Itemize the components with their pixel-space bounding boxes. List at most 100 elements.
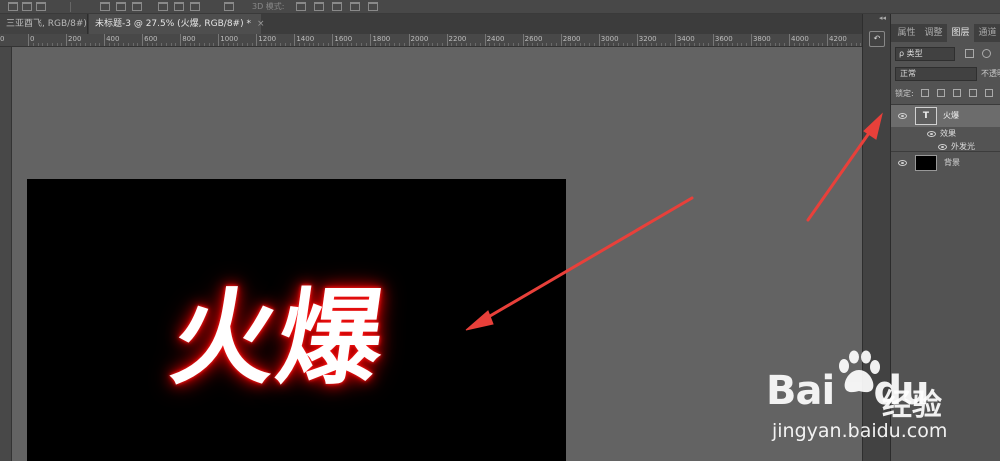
text-layer-thumbnail: T	[915, 107, 937, 125]
ruler-minor-tick	[541, 43, 543, 46]
ruler-minor-tick	[570, 43, 572, 46]
ruler-minor-tick	[70, 43, 72, 46]
ruler-minor-tick	[42, 43, 44, 46]
ruler-minor-tick	[608, 43, 610, 46]
ruler-minor-tick	[727, 43, 729, 46]
ruler-label: 1200	[258, 35, 277, 43]
ruler-label: 1800	[372, 35, 391, 43]
canvas-workspace[interactable]: 火爆	[12, 47, 862, 461]
3d-slide-icon[interactable]	[350, 2, 360, 11]
ruler-minor-tick	[603, 43, 605, 46]
history-panel-icon[interactable]: ↶	[869, 31, 885, 47]
ruler-minor-tick	[855, 43, 857, 46]
layer-effects[interactable]: 效果	[891, 127, 1000, 140]
lock-transparent-icon[interactable]	[921, 89, 929, 97]
ruler-minor-tick	[360, 43, 362, 46]
ruler-minor-tick	[479, 43, 481, 46]
ruler-label: 3200	[638, 35, 657, 43]
ruler-minor-tick	[318, 43, 320, 46]
ruler-minor-tick	[731, 43, 733, 46]
layer-background[interactable]: 背景	[891, 151, 1000, 173]
auto-align-icon[interactable]	[224, 2, 234, 11]
lock-position-icon[interactable]	[953, 89, 961, 97]
ruler-minor-tick	[356, 43, 358, 46]
align-top-icon[interactable]	[8, 2, 18, 11]
visibility-eye-icon[interactable]	[927, 131, 936, 137]
tab-channels[interactable]: 通道	[974, 24, 1000, 42]
ruler-minor-tick	[517, 43, 519, 46]
ruler-minor-tick	[660, 43, 662, 46]
align-vcenter-icon[interactable]	[22, 2, 32, 11]
ruler-minor-tick	[189, 43, 191, 46]
ruler-minor-tick	[622, 43, 624, 46]
horizontal-ruler: 0 0 200 400 600 800 1000 1200 1400 1600 1800 2000 22…	[0, 34, 862, 47]
ruler-minor-tick	[703, 43, 705, 46]
layer-filter-select[interactable]: ρ 类型	[895, 47, 955, 61]
tab-document-1[interactable]: 三亚酉飞, RGB/8#) *	[0, 14, 94, 34]
ruler-minor-tick	[223, 43, 224, 46]
ruler-minor-tick	[717, 43, 719, 46]
ruler-minor-tick	[579, 43, 581, 46]
lock-artboard-icon[interactable]	[969, 89, 977, 97]
ruler-minor-tick	[265, 43, 267, 46]
ruler-minor-tick	[146, 43, 148, 46]
ruler-minor-tick	[242, 43, 244, 46]
watermark-url: jingyan.baidu.com	[772, 420, 948, 442]
ruler-minor-tick	[460, 43, 462, 46]
filter-image-icon[interactable]	[965, 49, 974, 58]
ruler-minor-tick	[679, 43, 681, 46]
tab-document-active[interactable]: 未标题-3 @ 27.5% (火爆, RGB/8#) * ×	[89, 14, 265, 34]
ruler-minor-tick	[698, 43, 700, 46]
visibility-eye-icon[interactable]	[898, 160, 907, 166]
lock-pixels-icon[interactable]	[937, 89, 945, 97]
ruler-minor-tick	[527, 43, 529, 46]
ruler-minor-tick	[779, 43, 781, 46]
tab-adjustments[interactable]: 调整	[920, 24, 947, 42]
ruler-minor-tick	[89, 43, 91, 46]
distribute-top-icon[interactable]	[100, 2, 110, 11]
3d-scale-icon[interactable]	[368, 2, 378, 11]
ruler-minor-tick	[365, 43, 367, 46]
blend-mode-select[interactable]: 正常	[895, 67, 977, 81]
align-bottom-icon[interactable]	[36, 2, 46, 11]
ruler-minor-tick	[151, 43, 153, 46]
opacity-label[interactable]: 不透明	[981, 68, 1000, 79]
vertical-ruler	[0, 47, 12, 461]
visibility-eye-icon[interactable]	[938, 144, 947, 150]
glow-text-layer[interactable]: 火爆	[163, 253, 396, 404]
layer-text[interactable]: T 火爆	[891, 105, 1000, 127]
ruler-label: 2200	[448, 35, 467, 43]
ruler-minor-tick	[708, 43, 710, 46]
ruler-minor-tick	[379, 43, 381, 46]
distribute-bottom-icon[interactable]	[132, 2, 142, 11]
3d-pan-icon[interactable]	[332, 2, 342, 11]
3d-roll-icon[interactable]	[314, 2, 324, 11]
visibility-eye-icon[interactable]	[898, 113, 907, 119]
distribute-hcenter-icon[interactable]	[174, 2, 184, 11]
layer-name: 火爆	[943, 111, 959, 120]
distribute-center-icon[interactable]	[116, 2, 126, 11]
distribute-left-icon[interactable]	[158, 2, 168, 11]
ruler-minor-tick	[213, 43, 215, 46]
collapse-panels-icon[interactable]: ◂◂	[879, 14, 886, 22]
ruler-minor-tick	[299, 43, 301, 46]
ruler-minor-tick	[94, 43, 96, 46]
layer-filter-row: ρ 类型	[891, 47, 1000, 61]
ruler-minor-tick	[489, 43, 491, 46]
distribute-right-icon[interactable]	[190, 2, 200, 11]
close-icon[interactable]: ×	[257, 19, 265, 29]
tab-layers[interactable]: 图层	[947, 24, 974, 42]
3d-rotate-icon[interactable]	[296, 2, 306, 11]
ruler-minor-tick	[470, 43, 472, 46]
document-canvas[interactable]: 火爆	[27, 179, 566, 461]
ruler-minor-tick	[746, 43, 748, 46]
ruler-minor-tick	[437, 43, 439, 46]
ruler-minor-tick	[308, 43, 310, 46]
ruler-label: 3000	[600, 35, 619, 43]
lock-all-icon[interactable]	[985, 89, 993, 97]
tab-properties[interactable]: 属性	[893, 24, 920, 42]
ruler-minor-tick	[203, 43, 205, 46]
ruler-minor-tick	[418, 43, 419, 46]
filter-adjustment-icon[interactable]	[982, 49, 991, 58]
ruler-minor-tick	[346, 43, 348, 46]
